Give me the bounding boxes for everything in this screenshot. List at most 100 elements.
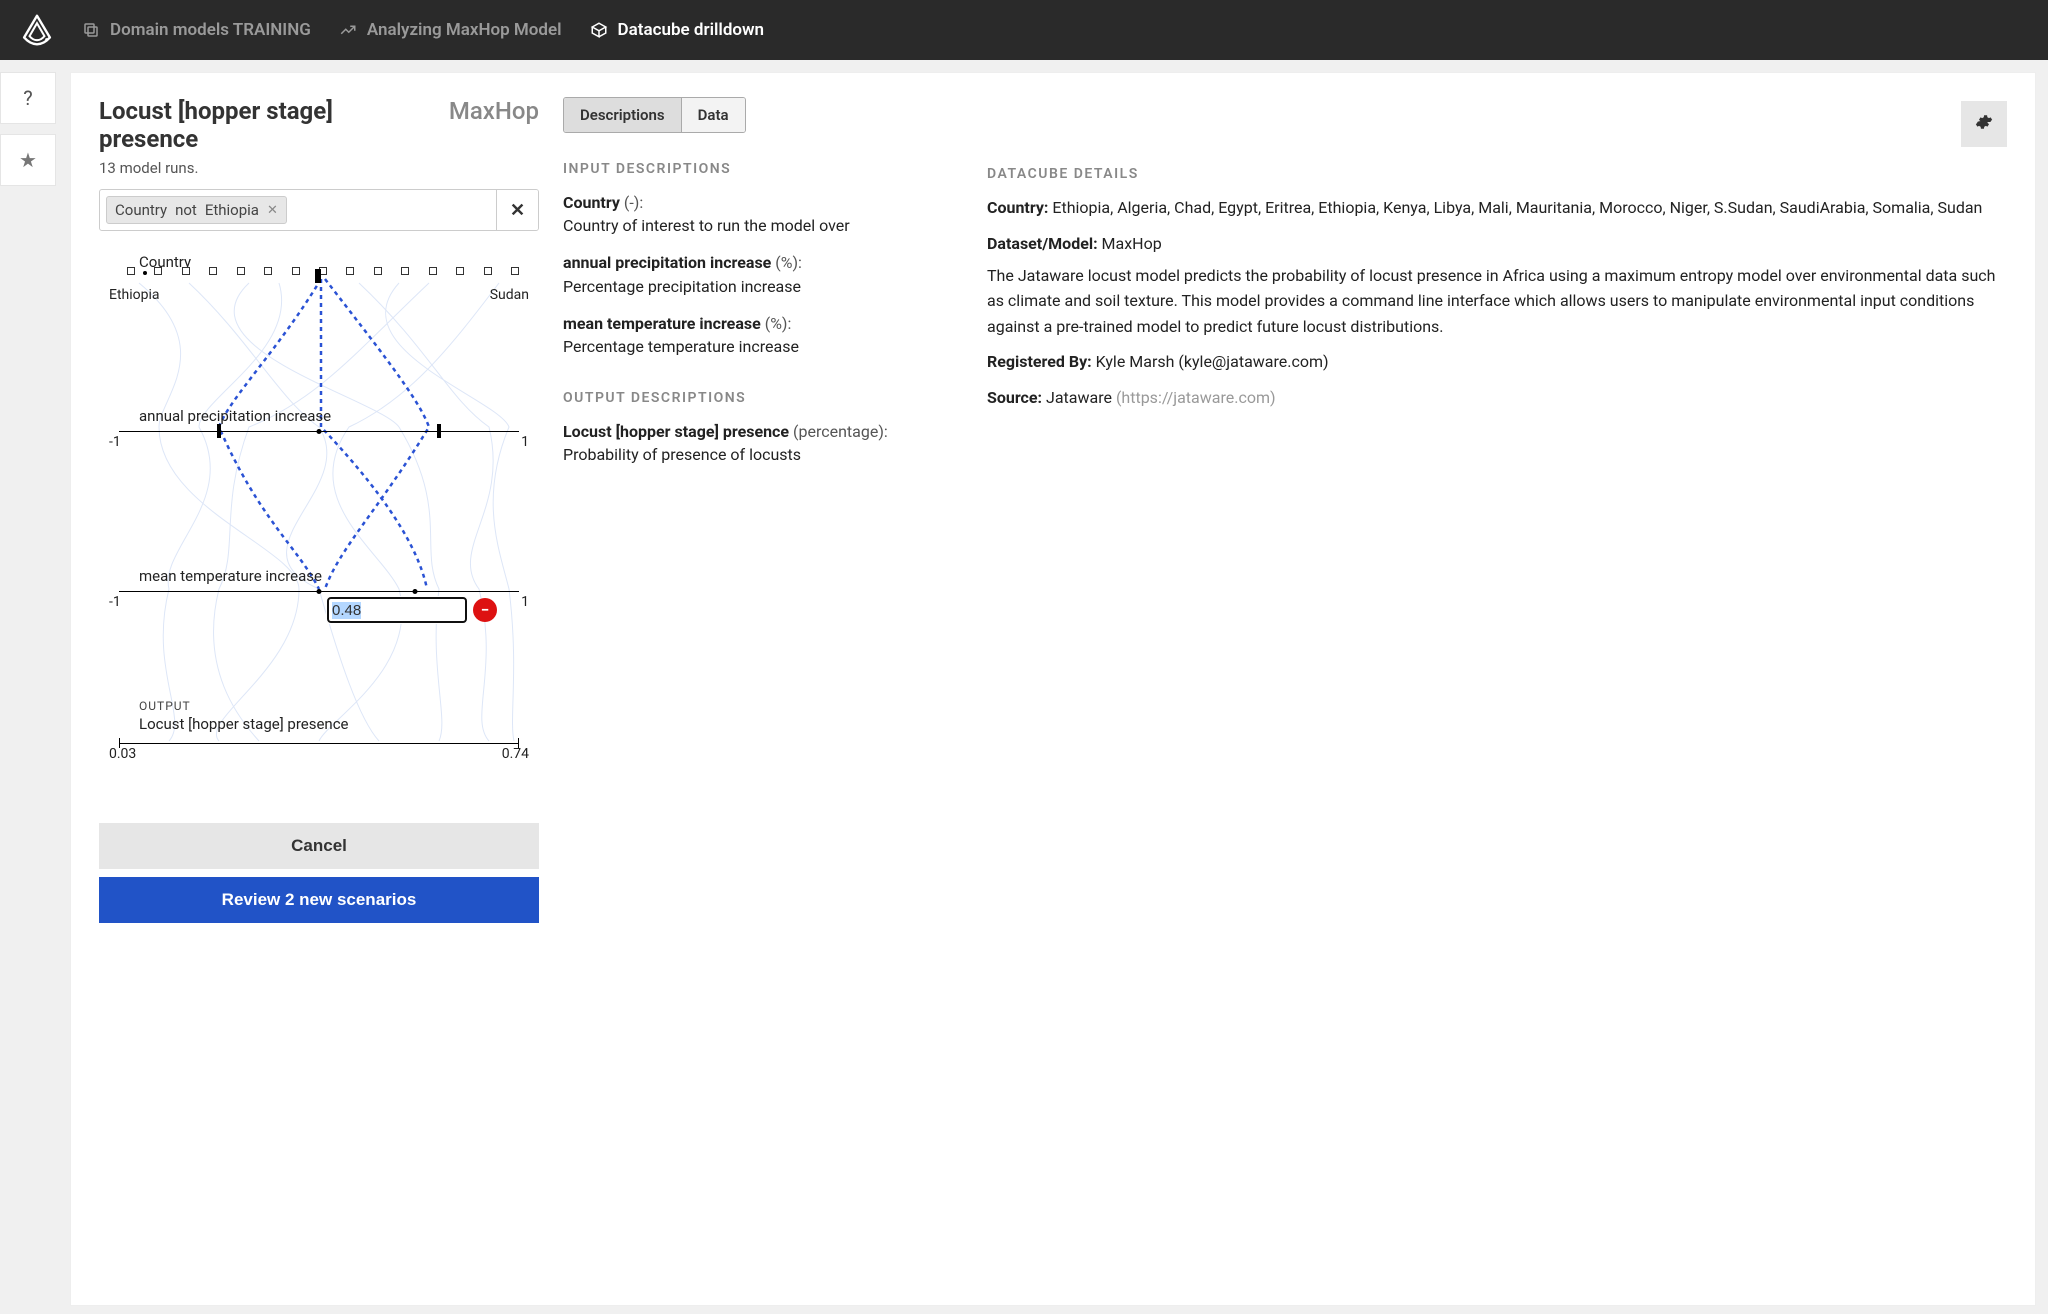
output-desc-name: Locust [hopper stage] presence bbox=[563, 422, 789, 441]
model-name: MaxHop bbox=[449, 97, 539, 125]
axis3-line[interactable] bbox=[119, 591, 519, 592]
input-desc-name: mean temperature increase bbox=[563, 314, 761, 333]
breadcrumb-label: Domain models TRAINING bbox=[110, 20, 311, 40]
axis1-selected-marker[interactable] bbox=[315, 269, 321, 283]
input-desc-name: annual precipitation increase bbox=[563, 253, 771, 272]
chip-remove-icon[interactable]: ✕ bbox=[267, 203, 278, 218]
axis1-tick[interactable] bbox=[154, 267, 162, 275]
axis3-right-label: 1 bbox=[521, 594, 529, 610]
close-icon: ✕ bbox=[510, 200, 525, 221]
axis2-label: annual precipitation increase bbox=[139, 407, 539, 425]
left-sidebar: ? ★ bbox=[0, 60, 56, 186]
input-desc-text: Country of interest to run the model ove… bbox=[563, 216, 850, 235]
copy-icon bbox=[82, 21, 100, 39]
input-desc-item: annual precipitation increase (%): Percen… bbox=[563, 251, 963, 297]
detail-registered-label: Registered By: bbox=[987, 352, 1092, 371]
output-desc-unit: (percentage): bbox=[793, 422, 888, 441]
output-desc-item: Locust [hopper stage] presence (percenta… bbox=[563, 420, 963, 466]
review-scenarios-button[interactable]: Review 2 new scenarios bbox=[99, 877, 539, 923]
input-desc-item: Country (-):Country of interest to run t… bbox=[563, 191, 963, 237]
main-panel: Locust [hopper stage] presence MaxHop 13… bbox=[70, 72, 2036, 1306]
axis1-right-label: Sudan bbox=[490, 287, 529, 303]
axis1-tick[interactable] bbox=[346, 267, 354, 275]
axis1-ticks[interactable] bbox=[119, 275, 519, 287]
axis1-tick[interactable] bbox=[264, 267, 272, 275]
output-axis-label: Locust [hopper stage] presence bbox=[139, 715, 539, 733]
axis1-label: Country bbox=[139, 253, 539, 271]
output-axis-line[interactable] bbox=[119, 743, 519, 744]
axis1-tick[interactable] bbox=[484, 267, 492, 275]
chip-op: not bbox=[175, 201, 197, 219]
settings-button[interactable] bbox=[1961, 101, 2007, 147]
breadcrumb-datacube-drilldown[interactable]: Datacube drilldown bbox=[590, 20, 765, 40]
axis1-tick[interactable] bbox=[182, 267, 190, 275]
favorite-button[interactable]: ★ bbox=[0, 134, 56, 186]
input-desc-unit: (%): bbox=[765, 314, 792, 333]
input-desc-text: Percentage precipitation increase bbox=[563, 277, 801, 296]
detail-dataset-label: Dataset/Model: bbox=[987, 234, 1098, 253]
breadcrumb-label: Datacube drilldown bbox=[618, 20, 765, 40]
help-button[interactable]: ? bbox=[0, 72, 56, 124]
axis1-tick[interactable] bbox=[456, 267, 464, 275]
output-descriptions-header: OUTPUT DESCRIPTIONS bbox=[563, 390, 963, 406]
axis1-marker-dot bbox=[143, 271, 147, 275]
output-desc-text: Probability of presence of locusts bbox=[563, 445, 801, 464]
output-left-label: 0.03 bbox=[109, 746, 136, 762]
breadcrumb-domain-models[interactable]: Domain models TRAINING bbox=[82, 20, 311, 40]
chip-value: Ethiopia bbox=[205, 201, 259, 219]
axis1-tick[interactable] bbox=[292, 267, 300, 275]
axis1-left-label: Ethiopia bbox=[109, 287, 160, 303]
chart-line-icon bbox=[339, 21, 357, 39]
cancel-button[interactable]: Cancel bbox=[99, 823, 539, 869]
tab-group: Descriptions Data bbox=[563, 97, 746, 133]
axis3-value-input[interactable] bbox=[327, 597, 467, 623]
axis1-tick[interactable] bbox=[374, 267, 382, 275]
star-icon: ★ bbox=[19, 148, 37, 172]
gear-icon bbox=[1975, 113, 1993, 136]
run-count: 13 model runs. bbox=[99, 159, 539, 177]
axis2-right-label: 1 bbox=[521, 434, 529, 450]
detail-source-label: Source: bbox=[987, 388, 1042, 407]
output-header: OUTPUT bbox=[139, 699, 539, 713]
clear-filters-button[interactable]: ✕ bbox=[496, 190, 538, 230]
breadcrumb-analyzing[interactable]: Analyzing MaxHop Model bbox=[339, 20, 562, 40]
remove-value-button[interactable]: − bbox=[473, 598, 497, 622]
breadcrumb-label: Analyzing MaxHop Model bbox=[367, 20, 562, 40]
tab-data[interactable]: Data bbox=[682, 98, 745, 132]
chip-field: Country bbox=[115, 201, 167, 219]
filter-chip-country[interactable]: Country not Ethiopia ✕ bbox=[106, 196, 287, 224]
detail-dataset: Dataset/Model: MaxHop bbox=[987, 231, 2007, 257]
axis1-tick[interactable] bbox=[401, 267, 409, 275]
page-title: Locust [hopper stage] presence bbox=[99, 97, 437, 153]
minus-icon: − bbox=[481, 601, 489, 619]
axis1-tick[interactable] bbox=[511, 267, 519, 275]
axis3-label: mean temperature increase bbox=[139, 567, 539, 585]
detail-country-value: Ethiopia, Algeria, Chad, Egypt, Eritrea,… bbox=[1052, 198, 1982, 217]
detail-source-url[interactable]: (https://jataware.com) bbox=[1116, 388, 1276, 407]
axis1-tick[interactable] bbox=[127, 267, 135, 275]
axis1-tick[interactable] bbox=[429, 267, 437, 275]
detail-source: Source: Jataware (https://jataware.com) bbox=[987, 385, 2007, 411]
axis3-left-label: -1 bbox=[109, 594, 121, 610]
filter-bar: Country not Ethiopia ✕ ✕ bbox=[99, 189, 539, 231]
help-icon: ? bbox=[23, 86, 32, 110]
detail-country: Country: Ethiopia, Algeria, Chad, Egypt,… bbox=[987, 195, 2007, 221]
axis1-tick[interactable] bbox=[237, 267, 245, 275]
filter-input[interactable]: Country not Ethiopia ✕ bbox=[100, 190, 496, 230]
datacube-details-header: DATACUBE DETAILS bbox=[987, 163, 2007, 185]
axis2-line[interactable] bbox=[119, 431, 519, 432]
input-descriptions-header: INPUT DESCRIPTIONS bbox=[563, 161, 963, 177]
parallel-coordinates-chart[interactable]: Country Ethiopia Sudan annual precipitat… bbox=[99, 249, 539, 799]
tab-descriptions[interactable]: Descriptions bbox=[564, 98, 682, 132]
axis2-left-label: -1 bbox=[109, 434, 121, 450]
input-desc-text: Percentage temperature increase bbox=[563, 337, 799, 356]
detail-country-label: Country: bbox=[987, 198, 1048, 217]
detail-registered-value: Kyle Marsh (kyle@jataware.com) bbox=[1096, 352, 1329, 371]
detail-dataset-value: MaxHop bbox=[1102, 234, 1162, 253]
app-logo-icon bbox=[20, 13, 54, 47]
input-desc-item: mean temperature increase (%): Percentage… bbox=[563, 312, 963, 358]
axis1-tick[interactable] bbox=[209, 267, 217, 275]
input-desc-name: Country bbox=[563, 193, 620, 212]
detail-source-value: Jataware bbox=[1046, 388, 1112, 407]
input-desc-unit: (%): bbox=[775, 253, 802, 272]
